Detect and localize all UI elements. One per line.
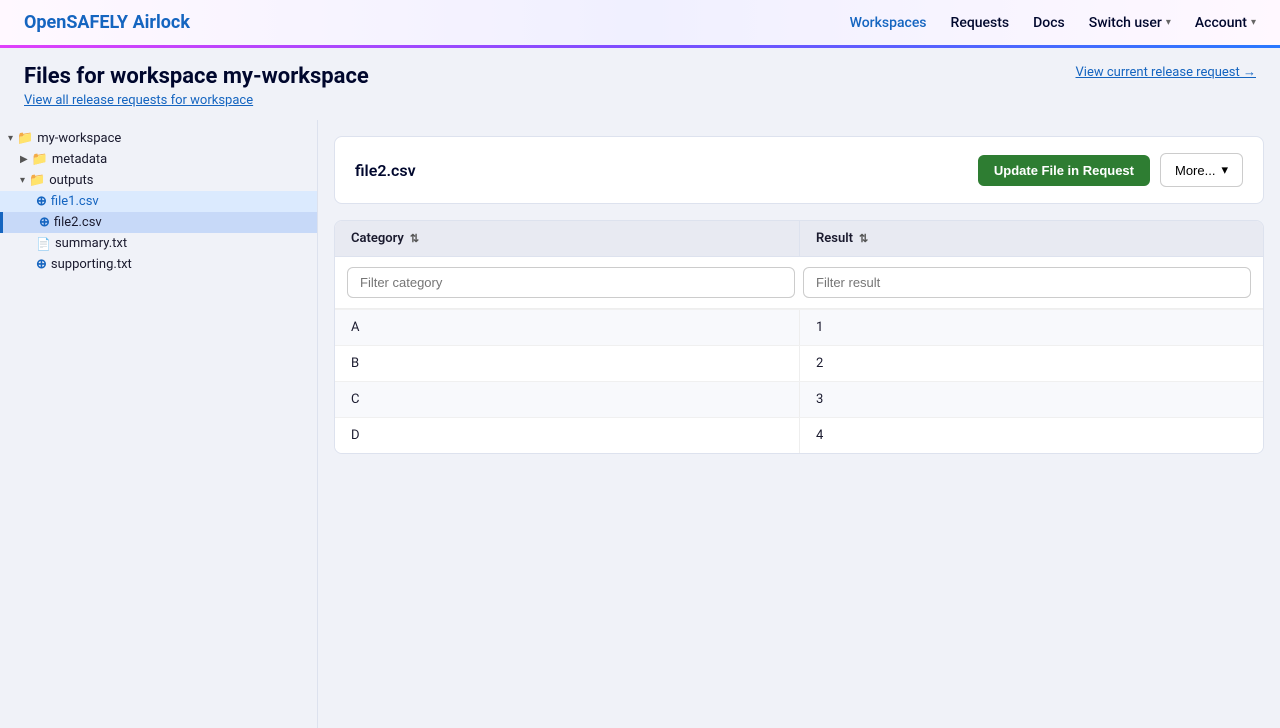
table-row: A 1 (335, 309, 1263, 345)
nav-requests[interactable]: Requests (951, 15, 1010, 31)
tree-supporting-txt[interactable]: ⊕ supporting.txt (0, 254, 317, 275)
table-cell-category: B (335, 346, 799, 381)
tree-root[interactable]: ▾ 📁 my-workspace (0, 128, 317, 149)
more-btn-label: More... (1175, 163, 1215, 178)
table-cell-category: D (335, 418, 799, 453)
tree-outputs[interactable]: ▾ 📁 outputs (0, 170, 317, 191)
logo-open: OpenSAFELY (24, 12, 128, 33)
header: OpenSAFELY Airlock Workspaces Requests D… (0, 0, 1280, 48)
file-card-actions: Update File in Request More... ▾ (978, 153, 1243, 187)
summary-file-icon: 📄 (36, 237, 51, 251)
account-chevron-icon: ▾ (1251, 17, 1256, 28)
main-nav: Workspaces Requests Docs Switch user ▾ A… (850, 15, 1256, 31)
table-header-row: Category ⇅ Result ⇅ (335, 221, 1263, 257)
page-header-left: Files for workspace my-workspace View al… (24, 64, 369, 108)
tree-metadata-label: metadata (52, 152, 107, 167)
tree-file1-label: file1.csv (51, 194, 99, 209)
nav-docs[interactable]: Docs (1033, 15, 1065, 31)
filter-result-input[interactable] (803, 267, 1251, 298)
outputs-folder-icon: 📁 (29, 173, 45, 188)
file-tree-sidebar: ▾ 📁 my-workspace ▶ 📁 metadata ▾ 📁 output… (0, 120, 318, 728)
main-layout: ▾ 📁 my-workspace ▶ 📁 metadata ▾ 📁 output… (0, 120, 1280, 728)
tree-root-label: my-workspace (37, 131, 121, 146)
account-dropdown[interactable]: Account ▾ (1195, 15, 1256, 31)
metadata-expand-icon: ▶ (20, 154, 28, 165)
nav-workspaces[interactable]: Workspaces (850, 15, 927, 31)
supporting-add-icon: ⊕ (36, 257, 47, 272)
table-cell-result: 3 (799, 382, 1263, 417)
tree-summary-txt[interactable]: 📄 summary.txt (0, 233, 317, 254)
result-column-header[interactable]: Result ⇅ (799, 221, 1263, 256)
switch-user-dropdown[interactable]: Switch user ▾ (1089, 15, 1171, 31)
file2-in-request-icon: ⊕ (39, 215, 50, 230)
switch-user-chevron-icon: ▾ (1166, 17, 1171, 28)
tree-outputs-label: outputs (49, 173, 93, 188)
tree-supporting-label: supporting.txt (51, 257, 132, 272)
table-cell-result: 4 (799, 418, 1263, 453)
data-table: Category ⇅ Result ⇅ A 1 B 2 C 3 D 4 (334, 220, 1264, 454)
file-card-name: file2.csv (355, 161, 416, 180)
update-file-button[interactable]: Update File in Request (978, 155, 1150, 186)
result-sort-icon: ⇅ (859, 232, 868, 245)
page-header: Files for workspace my-workspace View al… (0, 48, 1280, 120)
table-row: C 3 (335, 381, 1263, 417)
tree-summary-label: summary.txt (55, 236, 127, 251)
file-content-area: file2.csv Update File in Request More...… (318, 120, 1280, 728)
root-collapse-icon: ▾ (8, 133, 13, 144)
logo: OpenSAFELY Airlock (24, 12, 190, 33)
more-chevron-icon: ▾ (1221, 162, 1228, 178)
tree-file2-csv[interactable]: ⊕ file2.csv (0, 212, 317, 233)
file-card: file2.csv Update File in Request More...… (334, 136, 1264, 204)
page-header-right: View current release request → (1076, 64, 1256, 80)
result-header-label: Result (816, 231, 853, 246)
category-column-header[interactable]: Category ⇅ (335, 221, 799, 256)
table-row: D 4 (335, 417, 1263, 453)
outputs-collapse-icon: ▾ (20, 175, 25, 186)
account-label: Account (1195, 15, 1247, 31)
category-sort-icon: ⇅ (410, 232, 419, 245)
view-current-release-link[interactable]: View current release request → (1076, 65, 1256, 80)
filter-category-input[interactable] (347, 267, 795, 298)
metadata-folder-icon: 📁 (32, 152, 48, 167)
root-folder-icon: 📁 (17, 131, 33, 146)
tree-metadata[interactable]: ▶ 📁 metadata (0, 149, 317, 170)
category-header-label: Category (351, 231, 404, 246)
table-cell-result: 1 (799, 310, 1263, 345)
tree-file1-csv[interactable]: ⊕ file1.csv (0, 191, 317, 212)
table-body: A 1 B 2 C 3 D 4 (335, 309, 1263, 453)
file1-in-request-icon: ⊕ (36, 194, 47, 209)
more-options-button[interactable]: More... ▾ (1160, 153, 1243, 187)
logo-airlock: Airlock (133, 12, 190, 33)
table-row: B 2 (335, 345, 1263, 381)
table-cell-result: 2 (799, 346, 1263, 381)
view-all-releases-link[interactable]: View all release requests for workspace (24, 93, 369, 108)
filter-row (335, 257, 1263, 309)
page-title: Files for workspace my-workspace (24, 64, 369, 89)
switch-user-label: Switch user (1089, 15, 1162, 31)
table-cell-category: C (335, 382, 799, 417)
table-cell-category: A (335, 310, 799, 345)
tree-file2-label: file2.csv (54, 215, 102, 230)
